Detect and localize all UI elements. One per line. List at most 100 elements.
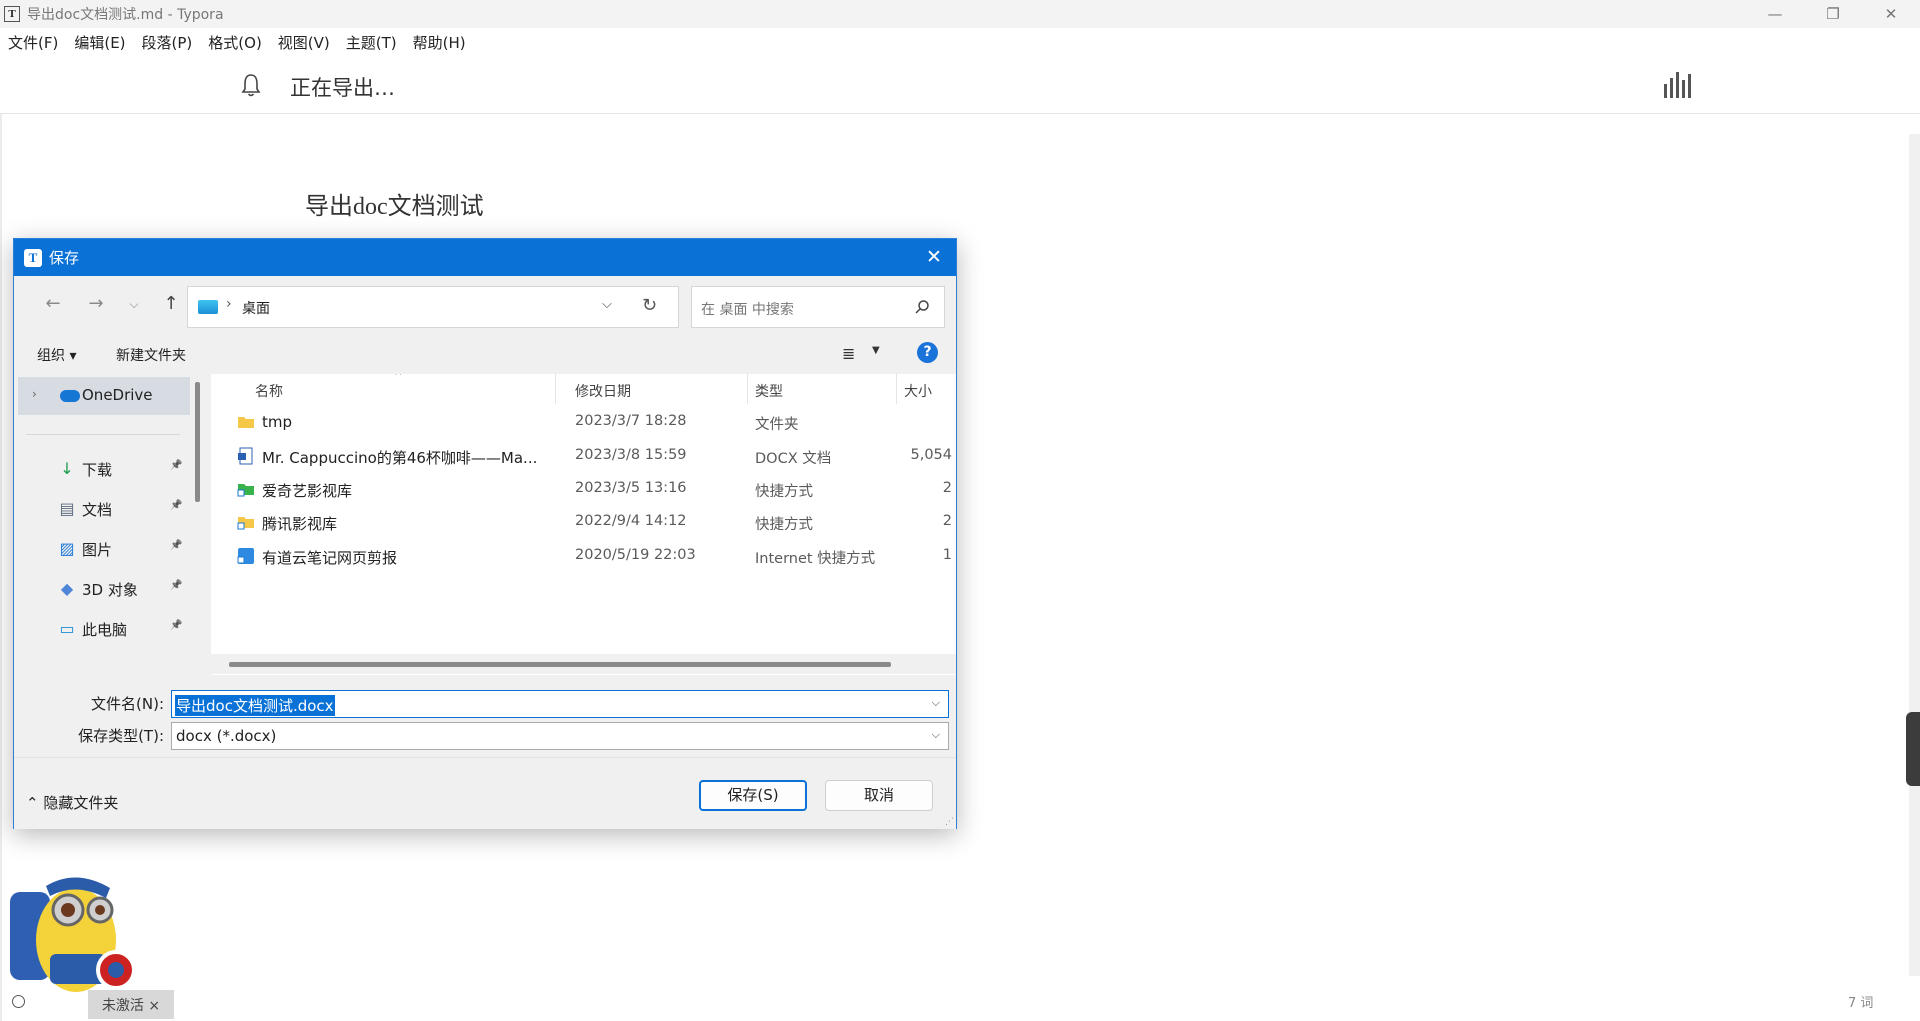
search-input[interactable]: 在 桌面 中搜索 bbox=[701, 299, 794, 319]
file-type: Internet 快捷方式 bbox=[755, 551, 876, 567]
close-window-button[interactable]: ✕ bbox=[1862, 0, 1920, 28]
filetype-value[interactable]: docx (*.docx) bbox=[176, 727, 276, 745]
menu-format[interactable]: 格式(O) bbox=[200, 32, 270, 53]
up-arrow-icon[interactable]: ↑ bbox=[159, 292, 183, 316]
recent-locations-chevron-icon[interactable]: ⌵ bbox=[122, 292, 146, 316]
menu-theme[interactable]: 主题(T) bbox=[338, 32, 405, 53]
horizontal-scrollbar-thumb[interactable] bbox=[229, 662, 891, 667]
table-row[interactable]: Mr. Cappuccino的第46杯咖啡——Ma... 2023/3/8 15:… bbox=[211, 439, 956, 473]
export-status-text: 正在导出… bbox=[290, 76, 395, 100]
organize-button[interactable]: 组织 ▾ bbox=[37, 345, 76, 365]
sidebar-item[interactable]: ▤ 文档 📌 bbox=[14, 493, 194, 525]
sidebar-item[interactable]: ◆ 3D 对象 📌 bbox=[14, 573, 194, 605]
pin-icon: 📌 bbox=[170, 580, 183, 591]
minimize-button[interactable]: — bbox=[1746, 0, 1804, 28]
file-size: 2 bbox=[942, 480, 952, 496]
activate-tab[interactable]: 未激活 × bbox=[88, 990, 174, 1019]
hide-folders-label: 隐藏文件夹 bbox=[43, 794, 119, 812]
view-dropdown-icon[interactable]: ▼ bbox=[872, 345, 880, 356]
expand-chevron-icon[interactable]: › bbox=[32, 387, 37, 401]
typora-app-icon: T bbox=[24, 248, 42, 267]
back-arrow-icon[interactable]: ← bbox=[41, 292, 65, 316]
sidebar-item-label: 图片 bbox=[82, 541, 113, 559]
table-row[interactable]: 有道云笔记网页剪报 2020/5/19 22:03 Internet 快捷方式 1 bbox=[211, 539, 956, 573]
column-separator[interactable] bbox=[555, 374, 556, 404]
sidebar-item[interactable]: ▭ 此电脑 📌 bbox=[14, 613, 194, 645]
audio-wave-icon[interactable] bbox=[1664, 72, 1691, 98]
address-location[interactable]: 桌面 bbox=[242, 298, 270, 318]
file-size: 1 bbox=[942, 547, 952, 563]
file-modified: 2022/9/4 14:12 bbox=[575, 513, 687, 529]
cancel-button[interactable]: 取消 bbox=[825, 780, 933, 811]
word-count[interactable]: 7 词 bbox=[1848, 992, 1873, 1011]
new-folder-button[interactable]: 新建文件夹 bbox=[116, 345, 186, 365]
table-row[interactable]: 爱奇艺影视库 2023/3/5 13:16 快捷方式 2 bbox=[211, 472, 956, 506]
dialog-close-icon[interactable]: ✕ bbox=[922, 245, 946, 269]
sidebar-item[interactable]: ▨ 图片 📌 bbox=[14, 533, 194, 565]
chevron-up-icon: ⌃ bbox=[26, 794, 39, 812]
iqiyi-shortcut-icon bbox=[237, 480, 255, 498]
nav-divider bbox=[26, 434, 180, 435]
file-modified: 2023/3/5 13:16 bbox=[575, 480, 687, 496]
3d-objects-icon: ◆ bbox=[60, 579, 74, 598]
navigation-pane: › OneDrive ↓ 下载 📌 ▤ 文档 📌 ▨ 图片 📌 ◆ 3D 对象 📌 ▭ 此电脑 📌 bbox=[14, 374, 207, 675]
desktop-folder-icon bbox=[198, 300, 218, 314]
save-button[interactable]: 保存(S) bbox=[699, 780, 807, 811]
address-dropdown-icon[interactable]: ⌵ bbox=[602, 297, 612, 312]
menu-file[interactable]: 文件(F) bbox=[0, 32, 66, 53]
view-options-icon[interactable]: ≣ bbox=[842, 344, 855, 363]
file-size: 5,054 bbox=[910, 447, 952, 463]
menu-help[interactable]: 帮助(H) bbox=[405, 32, 474, 53]
folder-icon bbox=[237, 413, 255, 431]
menu-paragraph[interactable]: 段落(P) bbox=[134, 32, 201, 53]
nav-scrollbar-thumb[interactable] bbox=[195, 382, 200, 502]
search-icon[interactable] bbox=[914, 299, 930, 315]
sidebar-item-label: 下载 bbox=[82, 461, 113, 479]
file-modified: 2023/3/7 18:28 bbox=[575, 413, 687, 429]
side-widget[interactable] bbox=[1906, 712, 1920, 786]
pin-icon: 📌 bbox=[170, 500, 183, 511]
table-row[interactable]: 腾讯影视库 2022/9/4 14:12 快捷方式 2 bbox=[211, 505, 956, 539]
filename-value[interactable]: 导出doc文档测试.docx bbox=[175, 695, 335, 716]
horizontal-scrollbar[interactable] bbox=[211, 654, 956, 674]
refresh-icon[interactable]: ↻ bbox=[642, 295, 657, 316]
circle-icon[interactable] bbox=[12, 995, 25, 1008]
address-bar[interactable]: › 桌面 ⌵ ↻ bbox=[187, 286, 679, 328]
dialog-title: 保存 bbox=[49, 249, 80, 267]
document-heading[interactable]: 导出doc文档测试 bbox=[305, 186, 484, 221]
navigation-row: ← → ⌵ ↑ › 桌面 ⌵ ↻ 在 桌面 中搜索 bbox=[14, 276, 956, 332]
pin-icon: 📌 bbox=[170, 540, 183, 551]
filetype-label: 保存类型(T): bbox=[78, 727, 164, 745]
resize-grip-icon[interactable]: ⋰ bbox=[945, 817, 954, 827]
nav-item-label: OneDrive bbox=[82, 386, 153, 404]
restore-button[interactable]: ❐ bbox=[1804, 0, 1862, 28]
nav-item-onedrive[interactable]: › OneDrive bbox=[18, 377, 190, 415]
sidebar-item[interactable]: ↓ 下载 📌 bbox=[14, 453, 194, 485]
filetype-select[interactable]: docx (*.docx) ⌵ bbox=[171, 722, 949, 750]
sidebar-item-label: 此电脑 bbox=[82, 621, 128, 639]
menu-view[interactable]: 视图(V) bbox=[270, 32, 338, 53]
file-type: DOCX 文档 bbox=[755, 451, 832, 467]
file-name: Mr. Cappuccino的第46杯咖啡——Ma... bbox=[262, 449, 538, 467]
forward-arrow-icon[interactable]: → bbox=[84, 292, 108, 316]
filename-form: 文件名(N): 导出doc文档测试.docx ⌵ 保存类型(T): docx (… bbox=[14, 675, 956, 757]
search-box[interactable]: 在 桌面 中搜索 bbox=[691, 286, 945, 328]
mascot-widget[interactable] bbox=[6, 870, 136, 1000]
filename-dropdown-icon[interactable]: ⌵ bbox=[932, 696, 940, 710]
export-notification-bar: 正在导出… bbox=[0, 56, 1920, 114]
column-separator[interactable] bbox=[896, 374, 897, 404]
hide-folders-toggle[interactable]: ⌃ 隐藏文件夹 bbox=[26, 792, 118, 813]
bell-icon bbox=[241, 74, 261, 97]
window-controls: — ❐ ✕ bbox=[1746, 0, 1920, 28]
filetype-dropdown-icon[interactable]: ⌵ bbox=[932, 728, 940, 742]
file-modified: 2023/3/8 15:59 bbox=[575, 447, 687, 463]
menu-edit[interactable]: 编辑(E) bbox=[66, 32, 133, 53]
breadcrumb-chevron-icon[interactable]: › bbox=[226, 296, 232, 312]
editor-scrollbar[interactable] bbox=[1909, 134, 1920, 976]
table-row[interactable]: tmp 2023/3/7 18:28 文件夹 bbox=[211, 405, 956, 439]
column-separator[interactable] bbox=[747, 374, 748, 404]
filename-input[interactable]: 导出doc文档测试.docx ⌵ bbox=[171, 690, 949, 718]
onedrive-cloud-icon bbox=[60, 390, 80, 402]
help-icon[interactable]: ? bbox=[917, 342, 938, 363]
file-list: 名称 ^ 修改日期 类型 大小 tmp 2023/3/7 18:28 文件夹 Mr. … bbox=[211, 374, 956, 675]
